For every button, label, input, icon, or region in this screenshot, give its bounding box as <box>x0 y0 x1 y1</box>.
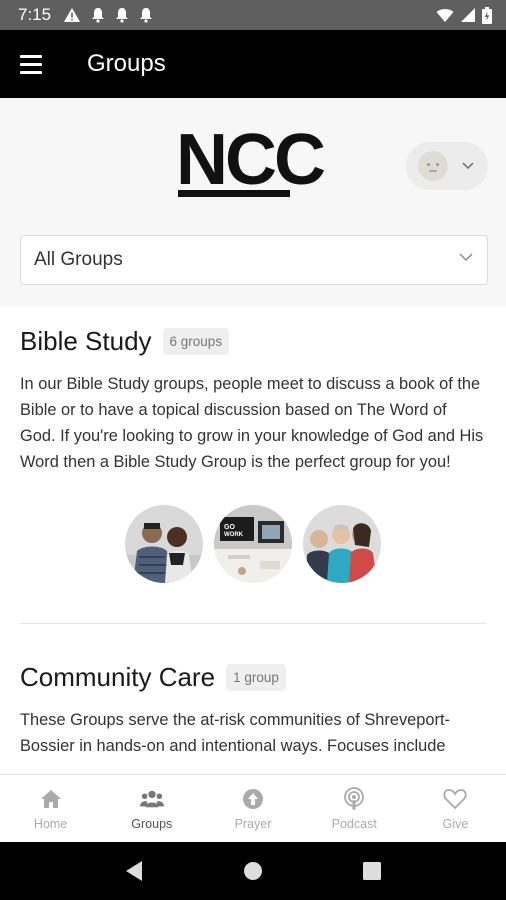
home-icon <box>39 787 63 811</box>
group-count-badge: 1 group <box>226 664 286 691</box>
group-photo[interactable] <box>303 505 381 583</box>
nav-give[interactable]: Give <box>405 775 506 842</box>
wifi-icon <box>436 8 454 22</box>
group-category-community-care[interactable]: Community Care 1 group These Groups serv… <box>0 624 506 759</box>
recents-button[interactable] <box>352 851 392 891</box>
section-title: Bible Study <box>20 326 152 356</box>
groups-list: Bible Study 6 groups In our Bible Study … <box>0 306 506 774</box>
profile-menu-button[interactable] <box>406 142 488 190</box>
svg-text:GO: GO <box>224 524 235 531</box>
nav-podcast[interactable]: Podcast <box>304 775 405 842</box>
nav-label: Groups <box>131 816 173 831</box>
recents-square-icon <box>362 862 381 880</box>
nav-label: Give <box>442 816 469 831</box>
status-right-icons <box>436 6 492 24</box>
status-time: 7:15 <box>18 5 52 24</box>
hamburger-menu-icon[interactable] <box>20 49 54 79</box>
app-bar: Groups <box>0 30 506 98</box>
page-title: Groups <box>87 50 166 77</box>
couple-photo[interactable] <box>125 505 203 583</box>
prayer-icon <box>241 787 265 811</box>
nav-home[interactable]: Home <box>0 775 101 842</box>
nav-prayer[interactable]: Prayer <box>202 775 303 842</box>
system-nav-bar <box>0 842 506 900</box>
heart-icon <box>443 787 467 811</box>
back-button[interactable] <box>114 851 154 891</box>
nav-label: Podcast <box>331 816 377 831</box>
back-triangle-icon <box>126 861 143 881</box>
bell-icon <box>140 8 153 23</box>
bottom-nav: Home Groups Prayer Podcast Give <box>0 774 506 842</box>
podcast-icon <box>342 786 366 811</box>
group-count-badge: 6 groups <box>162 328 230 355</box>
bell-icon <box>116 8 129 23</box>
section-description: In our Bible Study groups, people meet t… <box>20 375 484 471</box>
groups-header: NCC All Groups <box>0 98 506 306</box>
chevron-down-icon <box>462 162 474 170</box>
profile-avatar-icon <box>418 151 448 181</box>
group-photos: GO WORK <box>20 505 486 583</box>
signal-icon <box>461 8 475 22</box>
group-category-bible-study[interactable]: Bible Study 6 groups In our Bible Study … <box>0 306 506 583</box>
groups-icon <box>139 787 164 811</box>
nav-groups[interactable]: Groups <box>101 775 202 842</box>
section-header: Bible Study 6 groups <box>20 326 486 357</box>
section-title: Community Care <box>20 662 216 692</box>
section-header: Community Care 1 group <box>20 662 486 693</box>
ncc-logo: NCC <box>176 124 328 200</box>
home-button[interactable] <box>233 851 273 891</box>
svg-text:NCC: NCC <box>176 124 325 200</box>
chevron-down-icon <box>459 253 473 261</box>
battery-icon <box>482 6 492 24</box>
status-bar: 7:15 <box>0 0 506 30</box>
nav-label: Home <box>33 816 68 831</box>
desk-photo[interactable]: GO WORK <box>214 505 292 583</box>
bell-icon <box>92 8 105 23</box>
group-filter-select[interactable]: All Groups <box>20 235 488 285</box>
warning-icon <box>64 8 81 22</box>
svg-text:WORK: WORK <box>224 532 244 538</box>
section-description: These Groups serve the at-risk communiti… <box>20 711 450 755</box>
group-filter-value: All Groups <box>34 249 123 270</box>
status-left-icons <box>63 7 153 23</box>
home-circle-icon <box>243 862 262 880</box>
nav-label: Prayer <box>234 816 272 831</box>
